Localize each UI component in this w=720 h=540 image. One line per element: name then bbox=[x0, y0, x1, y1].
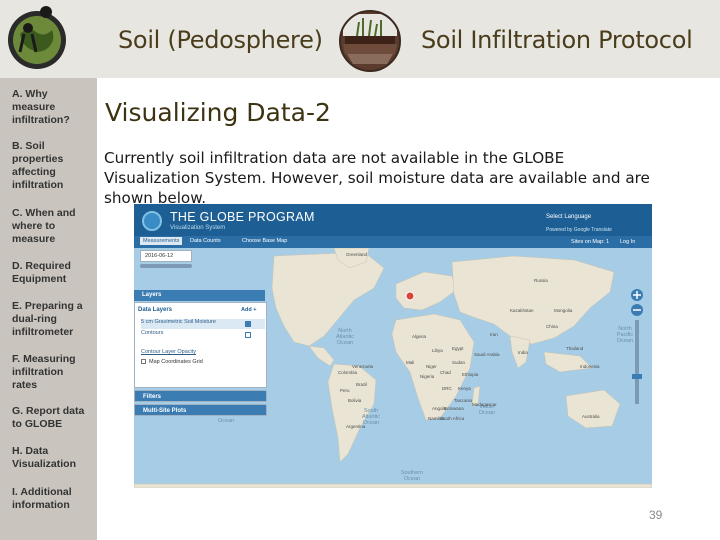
tab-data-counts[interactable]: Data Counts bbox=[190, 238, 221, 244]
land-label: Libya bbox=[432, 348, 443, 353]
land-label: Iran bbox=[490, 332, 498, 337]
map-zoom-slider[interactable] bbox=[630, 288, 644, 408]
land-label: Brazil bbox=[356, 382, 368, 387]
land-label: Namibia bbox=[428, 416, 445, 421]
sites-on-map-count: Sites on Map: 1 bbox=[571, 239, 610, 245]
land-label: India bbox=[518, 350, 528, 355]
land-label: Peru bbox=[340, 388, 350, 393]
land-label: Greenland bbox=[346, 252, 368, 257]
map-grid-label: Map Coordinates Grid bbox=[149, 359, 203, 365]
contour-opacity-link[interactable]: Contour Layer Opacity bbox=[141, 349, 196, 355]
sidebar-item-why-measure[interactable]: A. Why measure infiltration? bbox=[12, 88, 94, 127]
multi-site-plots-header[interactable]: Multi-Site Plots bbox=[134, 404, 267, 416]
land-label: Indonesia bbox=[580, 364, 600, 369]
date-field[interactable]: 2016-06-12 bbox=[140, 250, 192, 262]
land-label: Tanzania bbox=[454, 398, 473, 403]
land-label: Egypt bbox=[452, 346, 464, 351]
land-label: Botswana bbox=[444, 406, 464, 411]
powered-by-translate: Powered by Google Translate bbox=[546, 227, 612, 233]
map-grid-checkbox[interactable] bbox=[141, 359, 146, 365]
layer-checkbox[interactable] bbox=[245, 321, 251, 327]
header-bar: Soil (Pedosphere) Soil Infiltration Prot… bbox=[0, 0, 720, 78]
tab-choose-base-map[interactable]: Choose Base Map bbox=[242, 238, 287, 244]
globe-app-subtitle: Visualization System bbox=[170, 225, 226, 231]
layers-panel: Data Layers Add + 5 cm Gravimetric Soil … bbox=[134, 302, 267, 388]
globe-tab-bar: Measurements Data Counts Choose Base Map… bbox=[134, 236, 652, 248]
sidebar-item-when-where[interactable]: C. When and where to measure bbox=[12, 207, 94, 246]
sidebar-item-additional-info[interactable]: I. Additional information bbox=[12, 486, 94, 512]
land-label: Nigeria bbox=[420, 374, 435, 379]
land-label: Mali bbox=[406, 360, 415, 365]
tab-measurements[interactable]: Measurements bbox=[140, 237, 183, 245]
sidebar-item-soil-properties[interactable]: B. Soil properties affecting infiltratio… bbox=[12, 140, 94, 192]
header-title-left: Soil (Pedosphere) bbox=[118, 26, 323, 54]
land-label: Russia bbox=[534, 278, 548, 283]
data-layers-heading[interactable]: Data Layers bbox=[138, 307, 172, 313]
layer-item-soil-moisture[interactable]: 5 cm Gravimetric Soil Moisture bbox=[141, 319, 265, 329]
map-grid-toggle[interactable]: Map Coordinates Grid bbox=[141, 359, 203, 365]
land-label: Bolivia bbox=[348, 398, 362, 403]
globe-app-title: THE GLOBE PROGRAM bbox=[170, 210, 315, 224]
sidebar-item-measuring[interactable]: F. Measuring infiltration rates bbox=[12, 353, 94, 392]
land-label: Australia bbox=[582, 414, 600, 419]
land-label: Chad bbox=[440, 370, 451, 375]
land-label: Niger bbox=[426, 364, 437, 369]
layer-item-label: Contours bbox=[141, 330, 164, 336]
land-label: Algeria bbox=[412, 334, 427, 339]
slide-body-text: Currently soil infiltration data are not… bbox=[104, 149, 650, 207]
soil-profile-icon bbox=[339, 10, 401, 72]
globe-app-header: THE GLOBE PROGRAM Visualization System S… bbox=[134, 204, 652, 236]
globe-visualization-screenshot: North Atlantic Ocean North Pacific Ocean… bbox=[134, 204, 652, 488]
sidebar-item-data-visualization[interactable]: H. Data Visualization bbox=[12, 445, 94, 471]
header-title-right: Soil Infiltration Protocol bbox=[421, 26, 693, 54]
land-label: Kazakhstan bbox=[510, 308, 534, 313]
land-label: China bbox=[546, 324, 558, 329]
sidebar-item-report-data[interactable]: G. Report data to GLOBE bbox=[12, 405, 94, 431]
add-layer-button[interactable]: Add + bbox=[241, 307, 256, 313]
layer-item-label: 5 cm Gravimetric Soil Moisture bbox=[141, 319, 216, 325]
land-label: Argentina bbox=[346, 424, 366, 429]
layer-checkbox[interactable] bbox=[245, 332, 251, 338]
land-label: Ethiopia bbox=[462, 372, 479, 377]
layer-item-contours[interactable]: Contours bbox=[141, 330, 265, 340]
sidebar-item-equipment[interactable]: D. Required Equipment bbox=[12, 260, 94, 286]
map-label-north-atlantic: North Atlantic Ocean bbox=[335, 328, 355, 346]
soil-moisture-site-marker[interactable] bbox=[405, 291, 415, 301]
globe-logo-icon bbox=[8, 6, 66, 69]
date-slider[interactable] bbox=[140, 264, 192, 268]
sidebar-item-preparing[interactable]: E. Preparing a dual-ring infiltrometer bbox=[12, 300, 94, 339]
land-label: Sudan bbox=[452, 360, 466, 365]
page-number: 39 bbox=[649, 508, 663, 522]
land-label: Venezuela bbox=[352, 364, 374, 369]
land-label: DRC bbox=[442, 386, 452, 391]
layers-panel-header[interactable]: Layers bbox=[134, 290, 265, 301]
land-label: Colombia bbox=[338, 370, 358, 375]
login-button[interactable]: Log In bbox=[620, 239, 635, 245]
globe-program-logo-icon bbox=[142, 211, 162, 231]
slide-title: Visualizing Data-2 bbox=[105, 98, 331, 127]
land-label: Kenya bbox=[458, 386, 471, 391]
land-label: Saudi Arabia bbox=[474, 352, 500, 357]
land-label: Madagascar bbox=[472, 402, 497, 407]
map-label-southern-ocean: Southern Ocean bbox=[400, 470, 424, 482]
select-language-dropdown[interactable]: Select Language bbox=[546, 214, 591, 220]
land-label: Mongolia bbox=[554, 308, 573, 313]
sidebar-nav: A. Why measure infiltration? B. Soil pro… bbox=[0, 78, 97, 540]
land-label: Thailand bbox=[566, 346, 584, 351]
filters-panel-header[interactable]: Filters bbox=[134, 390, 267, 402]
